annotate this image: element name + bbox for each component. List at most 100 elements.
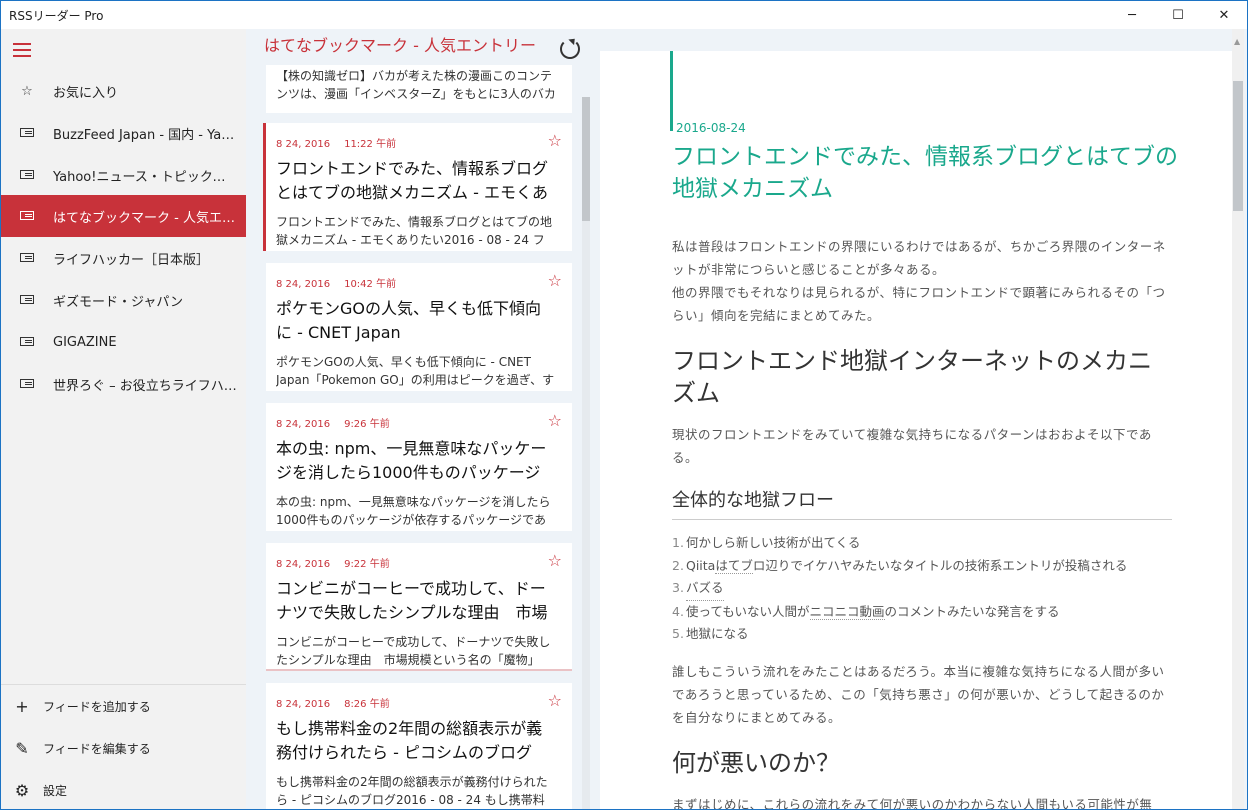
- sidebar-item-gizmodo[interactable]: ギズモード・ジャパン: [1, 279, 246, 321]
- paragraph: 私は普段はフロントエンドの界隈にいるわけではあるが、ちかごろ界隈のインターネット…: [672, 239, 1166, 277]
- sidebar-item-label: BuzzFeed Japan - 国内 - Yaho...: [53, 127, 238, 143]
- article-meta: 8 24, 2016 10:42 午前: [276, 275, 396, 290]
- list-item: 5. 地獄になる: [672, 626, 749, 641]
- article-summary: 【株の知識ゼロ】バカが考えた株の漫画このコンテンツは、漫画「インベスターZ」をも…: [276, 69, 556, 101]
- article-heading: フロントエンドでみた、情報系ブログとはてブの地獄メカニズム: [672, 144, 1178, 202]
- article-title: コンビニがコーヒーで成功して、ドーナツで失敗したシンプルな理由 市場規模とい..…: [276, 579, 548, 622]
- article-card[interactable]: 8 24, 2016 10:42 午前 ☆ ポケモンGOの人気、早くも低下傾向に …: [266, 263, 572, 391]
- section-heading: 何が悪いのか？: [672, 748, 840, 777]
- minimize-icon: ─: [1128, 7, 1136, 23]
- reader-scrollbar-thumb[interactable]: [1233, 81, 1243, 211]
- plus-icon: +: [15, 696, 29, 716]
- star-outline-icon[interactable]: ☆: [548, 551, 562, 570]
- star-outline-icon[interactable]: ☆: [548, 691, 562, 710]
- article-card[interactable]: 【株の知識ゼロ】バカが考えた株の漫画このコンテンツは、漫画「インベスターZ」をも…: [266, 65, 572, 113]
- settings-label: 設定: [43, 783, 68, 798]
- sidebar-item-buzzfeed[interactable]: BuzzFeed Japan - 国内 - Yaho...: [1, 112, 246, 154]
- maximize-icon: ☐: [1172, 7, 1184, 23]
- feed-icon: [1, 377, 53, 392]
- feed-icon: [1, 168, 53, 183]
- gear-icon: ⚙: [14, 780, 30, 800]
- feed-icon: [1, 335, 53, 350]
- sidebar-item-label: Yahoo!ニュース・トピックス - トップ: [53, 169, 238, 185]
- article-title: フロントエンドでみた、情報系ブログとはてブの地獄メカニズム - エモくありたい: [276, 159, 549, 202]
- feed-icon: [1, 209, 53, 224]
- article-title: ポケモンGOの人気、早くも低下傾向に - CNET Japan: [276, 299, 541, 342]
- article-date: 2016-08-24: [676, 121, 746, 135]
- star-outline-icon: ☆: [21, 83, 33, 99]
- article-meta: 8 24, 2016 11:22 午前: [276, 135, 396, 150]
- sidebar-item-favorites[interactable]: ☆ お気に入り: [1, 70, 246, 112]
- paragraph: 他の界隈でもそれなりは見られるが、特にフロントエンドで顕著にみられるその「つらい…: [672, 285, 1166, 323]
- add-feed-label: フィードを追加する: [43, 699, 151, 714]
- sidebar-item-hatena[interactable]: はてなブックマーク - 人気エントリー: [1, 195, 246, 237]
- close-icon: ✕: [1218, 7, 1230, 23]
- section-heading: フロントエンド地獄インターネットのメカニズム: [672, 347, 1152, 407]
- feed-icon: [1, 251, 53, 266]
- paragraph: 現状のフロントエンドをみていて複雑な気持ちになるパターンはおおよそ以下である。: [672, 427, 1152, 465]
- niconico-link[interactable]: ニコニコ動画: [809, 603, 885, 620]
- close-button[interactable]: ✕: [1201, 1, 1247, 29]
- article-body: 私は普段はフロントエンドの界隈にいるわけではあるが、ちかごろ界隈のインターネット…: [672, 235, 1172, 809]
- paragraph: 誰しもこういう流れをみたことはあるだろう。本当に複雑な気持ちになる人間が多いであ…: [672, 663, 1165, 725]
- sidebar-item-label: 世界ろぐ – お役立ちライフハックま...: [53, 378, 238, 394]
- reader-pane: 2016-08-24 フロントエンドでみた、情報系ブログとはてブの地獄メカニズム…: [594, 29, 1247, 809]
- star-outline-icon[interactable]: ☆: [548, 411, 562, 430]
- edit-feed-label: フィードを編集する: [43, 741, 151, 756]
- subsection-heading: 全体的な地獄フロー: [672, 487, 1172, 520]
- article-date: 8 24, 2016: [276, 559, 331, 570]
- ordered-list: 1. 何かしら新しい技術が出てくる 2. Qiitaはてブロ辺りでイケハヤみたいなタ…: [672, 532, 1172, 646]
- accent-bar: [670, 51, 673, 131]
- article-date: 8 24, 2016: [276, 699, 331, 710]
- article-meta: 8 24, 2016 8:26 午前: [276, 695, 390, 710]
- paragraph: まずはじめに、これらの流れをみて何が悪いのかわからない人間もいる可能性が無: [672, 796, 1153, 810]
- hatebu-link[interactable]: はてブ: [715, 557, 753, 574]
- article-list-pane: はてなブックマーク - 人気エントリー 【株の知識ゼロ】バカが考えた株の漫画この…: [246, 29, 594, 809]
- article-summary: ポケモンGOの人気、早くも低下傾向に - CNET Japan「Pokemon …: [276, 355, 555, 387]
- sidebar-item-yahoo[interactable]: Yahoo!ニュース・トピックス - トップ: [1, 154, 246, 196]
- sidebar-item-label: ギズモード・ジャパン: [53, 294, 184, 310]
- feed-header: はてなブックマーク - 人気エントリー: [264, 36, 536, 55]
- sidebar-item-sekailog[interactable]: 世界ろぐ – お役立ちライフハックま...: [1, 363, 246, 405]
- list-item: 4. 使ってもいない人間がニコニコ動画のコメントみたいな発言をする: [672, 603, 1060, 620]
- settings-button[interactable]: ⚙ 設定: [1, 769, 246, 809]
- sidebar-item-gigazine[interactable]: GIGAZINE: [1, 321, 246, 363]
- pencil-icon: ✎: [15, 738, 29, 758]
- article-card[interactable]: 8 24, 2016 9:26 午前 ☆ 本の虫: npm、一見無意味なパッケージ…: [266, 403, 572, 531]
- article-time: 9:22 午前: [344, 559, 390, 570]
- star-outline-icon[interactable]: ☆: [548, 131, 562, 150]
- hamburger-menu-icon[interactable]: [13, 43, 31, 57]
- maximize-button[interactable]: ☐: [1155, 1, 1201, 29]
- article-card[interactable]: 8 24, 2016 9:22 午前 ☆ コンビニがコーヒーで成功して、ドーナツで…: [266, 543, 572, 671]
- star-outline-icon[interactable]: ☆: [548, 271, 562, 290]
- sidebar-item-label: GIGAZINE: [53, 334, 117, 350]
- article-summary: 本の虫: npm、一見無意味なパッケージを消したら1000件ものパッケージが依存…: [276, 495, 551, 527]
- article-content: 2016-08-24 フロントエンドでみた、情報系ブログとはてブの地獄メカニズム…: [600, 51, 1236, 809]
- article-card-selected[interactable]: 8 24, 2016 11:22 午前 ☆ フロントエンドでみた、情報系ブログとは…: [263, 123, 572, 251]
- scroll-up-icon[interactable]: ▲: [1234, 37, 1240, 46]
- article-summary: コンビニがコーヒーで成功して、ドーナツで失敗したシンプルな理由 市場規模という名…: [276, 635, 551, 667]
- article-title: 本の虫: npm、一見無意味なパッケージを消したら1000件ものパッケージが依存…: [276, 439, 547, 482]
- article-card[interactable]: 8 24, 2016 8:26 午前 ☆ もし携帯料金の2年間の総額表示が義務付け…: [266, 683, 572, 809]
- list-item: 3. バズる: [672, 577, 1172, 601]
- article-date: 8 24, 2016: [276, 419, 331, 430]
- sidebar-item-label: ライフハッカー［日本版］: [53, 252, 210, 268]
- article-date: 8 24, 2016: [276, 279, 331, 290]
- sidebar-item-label: お気に入り: [53, 85, 119, 101]
- article-summary: フロントエンドでみた、情報系ブログとはてブの地獄メカニズム - エモくありたい2…: [276, 215, 553, 247]
- minimize-button[interactable]: ─: [1109, 1, 1155, 29]
- article-time: 10:42 午前: [344, 279, 397, 290]
- edit-feed-button[interactable]: ✎ フィードを編集する: [1, 727, 246, 769]
- list-scrollbar[interactable]: [582, 97, 590, 809]
- sidebar: ☆ お気に入り BuzzFeed Japan - 国内 - Yaho... Ya…: [1, 29, 246, 809]
- bazuru-link[interactable]: バズる: [686, 577, 724, 601]
- sidebar-item-lifehacker[interactable]: ライフハッカー［日本版］: [1, 237, 246, 279]
- sidebar-item-label: はてなブックマーク - 人気エントリー: [53, 210, 238, 226]
- article-meta: 8 24, 2016 9:26 午前: [276, 415, 390, 430]
- article-time: 11:22 午前: [344, 139, 397, 150]
- list-scrollbar-thumb[interactable]: [582, 97, 590, 221]
- reader-scrollbar[interactable]: ▲: [1232, 29, 1244, 809]
- refresh-icon[interactable]: [560, 39, 580, 59]
- article-title: もし携帯料金の2年間の総額表示が義務付けられたら - ピコシムのブログ: [276, 719, 543, 762]
- add-feed-button[interactable]: + フィードを追加する: [1, 685, 246, 727]
